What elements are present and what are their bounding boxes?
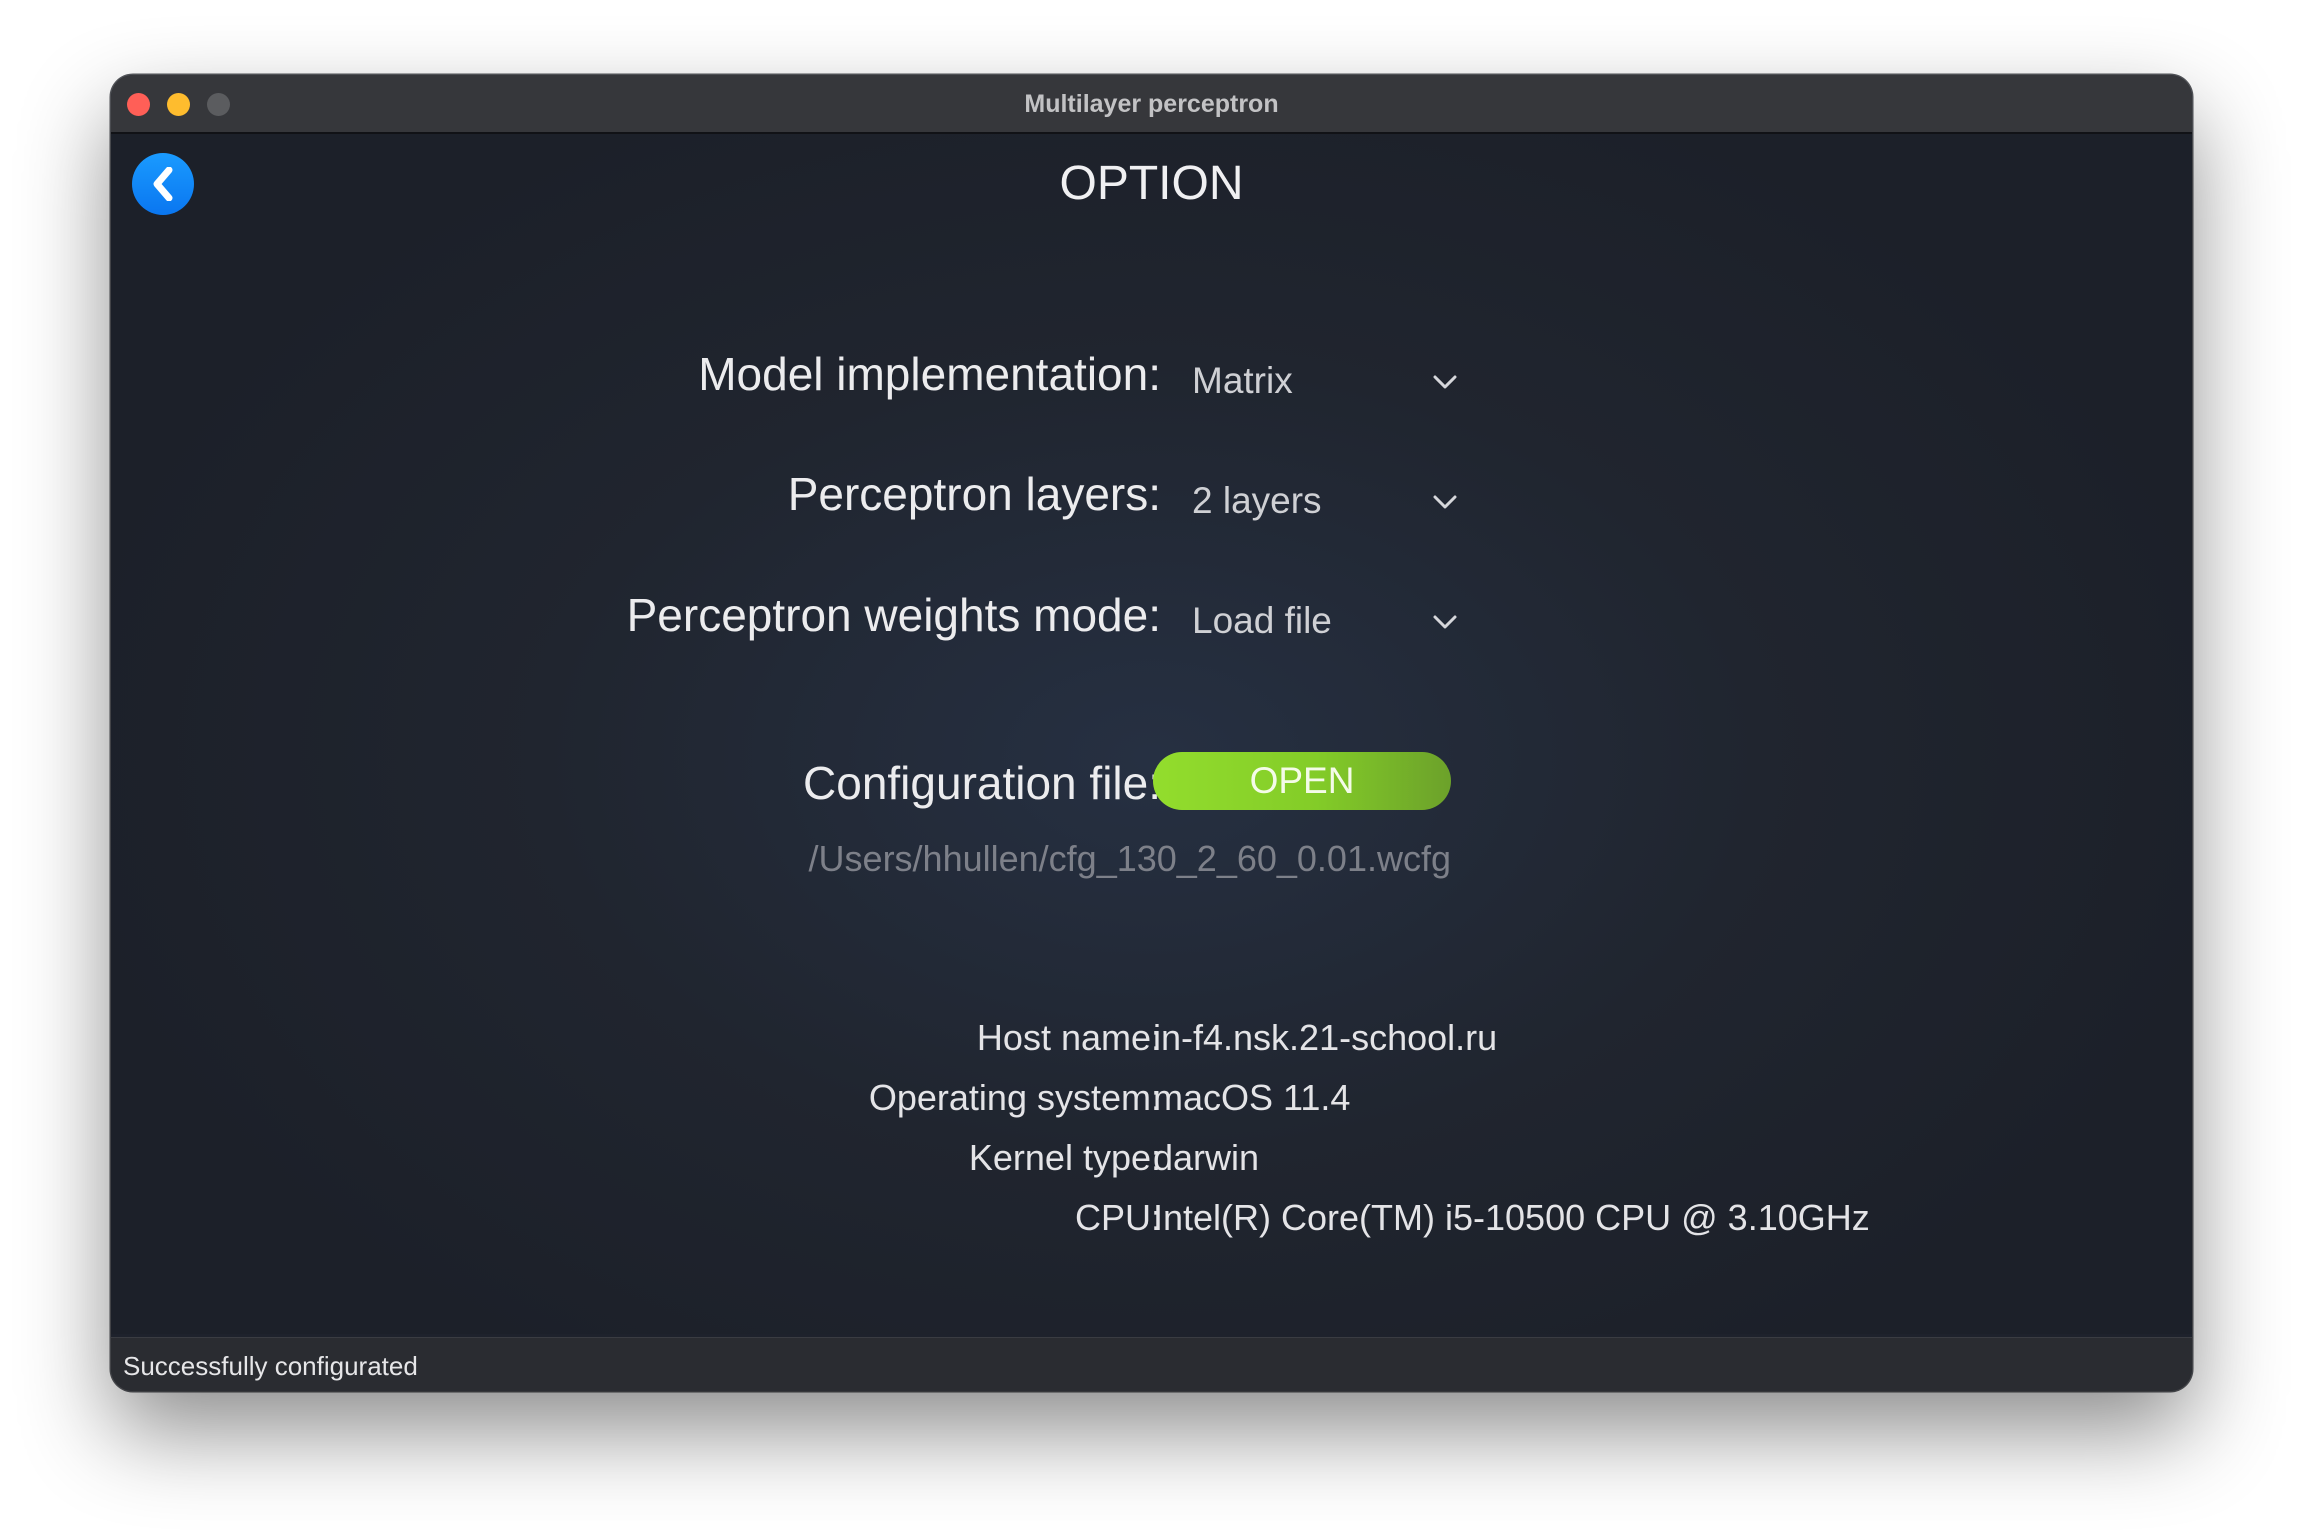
open-file-button[interactable]: OPEN [1153,752,1451,810]
host-name-label: Host name: [976,1017,1161,1058]
status-message: Successfully configurated [123,1351,418,1381]
cpu-value: Intel(R) Core(TM) i5-10500 CPU @ 3.10GHz [1153,1197,1870,1238]
options-page: OPTION Model implementation: Matrix Perc… [111,134,2192,1334]
page-title: OPTION [1059,157,1244,210]
operating-system-value: macOS 11.4 [1153,1077,1351,1118]
kernel-type-label: Kernel type: [968,1137,1161,1178]
model-implementation-select[interactable]: Matrix [1180,352,1470,412]
app-window: Multilayer perceptron OPTION Model imple… [111,75,2192,1391]
weights-mode-select[interactable]: Load file [1180,592,1470,652]
model-implementation-label: Model implementation: [698,348,1161,400]
model-implementation-value: Matrix [1192,360,1293,401]
chevron-down-icon [1433,615,1457,629]
perceptron-layers-select[interactable]: 2 layers [1180,472,1470,532]
weights-mode-value: Load file [1192,600,1332,641]
operating-system-label: Operating system: [868,1077,1161,1118]
cpu-label: CPU: [1074,1197,1161,1238]
chevron-down-icon [1433,495,1457,509]
kernel-type-value: darwin [1153,1137,1260,1178]
configuration-file-label: Configuration file: [803,757,1161,809]
chevron-down-icon [1433,375,1457,389]
perceptron-layers-value: 2 layers [1192,480,1322,521]
host-name-value: in-f4.nsk.21-school.ru [1153,1017,1498,1058]
window-title: Multilayer perceptron [1024,90,1279,118]
perceptron-layers-label: Perceptron layers: [787,468,1161,520]
configuration-file-path: /Users/hhullen/cfg_130_2_60_0.01.wcfg [808,838,1451,879]
title-bar[interactable]: Multilayer perceptron [111,75,2192,134]
status-bar: Successfully configurated [111,1337,2192,1391]
weights-mode-label: Perceptron weights mode: [626,589,1161,641]
